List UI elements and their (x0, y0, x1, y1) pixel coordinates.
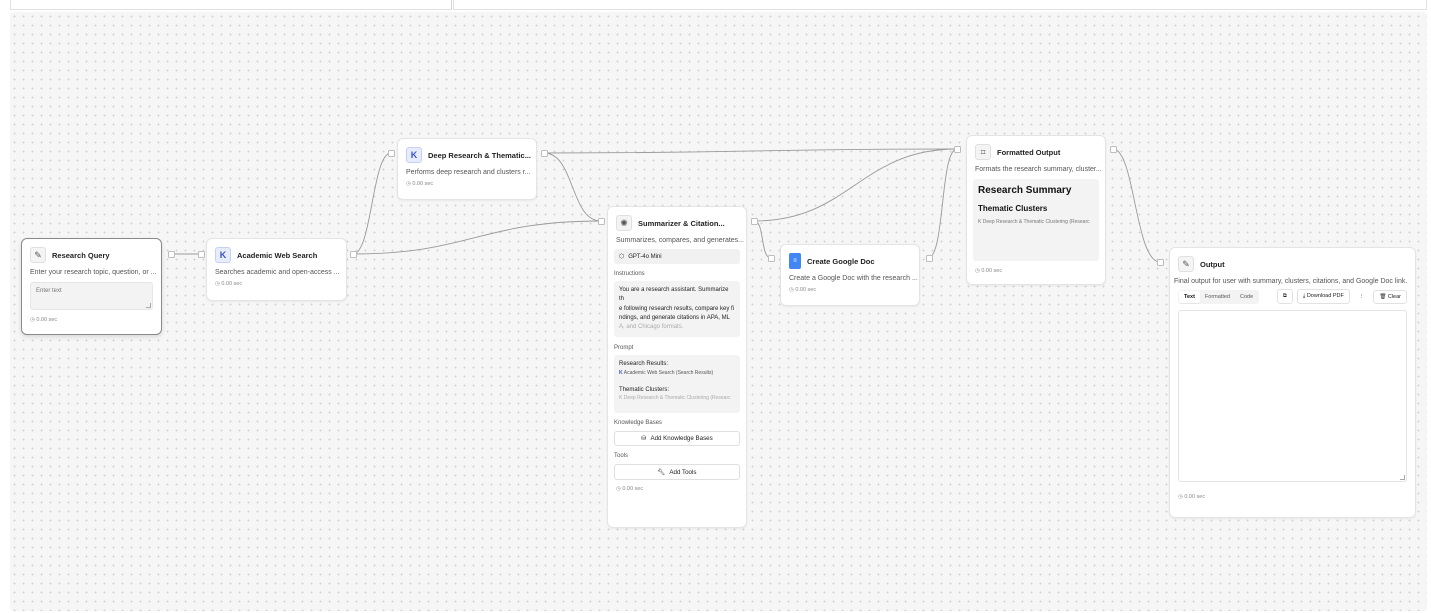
execution-time: ◷ 0.00 sec (1178, 494, 1206, 500)
input-handle[interactable] (954, 146, 961, 153)
output-handle[interactable] (168, 251, 175, 258)
model-icon: ⬡ (619, 254, 625, 260)
k-logo-icon: K (619, 369, 623, 376)
k-logo-icon: K (406, 147, 422, 163)
preview-heading: Research Summary (978, 185, 1072, 196)
add-knowledge-bases-button[interactable]: ⛁ Add Knowledge Bases (614, 431, 740, 447)
resize-grip-icon[interactable] (146, 303, 151, 308)
execution-time: ◷ 0.00 sec (215, 281, 243, 287)
execution-time: ◷ 0.00 sec (406, 181, 434, 187)
download-icon: ⤓ (1302, 293, 1306, 299)
input-handle[interactable] (768, 255, 775, 262)
k-logo-icon: K (215, 247, 231, 263)
output-tabs: Text Formatted Code (1178, 289, 1260, 304)
execution-time: ◷ 0.00 sec (30, 317, 58, 323)
pencil-icon: ✎ (30, 247, 46, 263)
node-description: Formats the research summary, cluster... (975, 166, 1102, 173)
knowledge-bases-label: Knowledge Bases (614, 420, 663, 427)
trash-icon: 🗑︎ (1379, 293, 1387, 300)
node-description: Final output for user with summary, clus… (1174, 278, 1408, 285)
node-research-query[interactable]: ✎ Research Query Enter your research top… (21, 238, 162, 335)
node-title: Create Google Doc (807, 256, 875, 266)
output-handle[interactable] (751, 218, 758, 225)
node-formatted-output[interactable]: ⌗ Formatted Output Formats the research … (966, 135, 1106, 285)
preview-subheading: Thematic Clusters (978, 204, 1048, 213)
node-title: Deep Research & Thematic... (428, 150, 531, 160)
prompt-text[interactable]: Research Results: K Academic Web Search … (614, 355, 740, 414)
research-query-input[interactable]: Enter text (30, 282, 153, 310)
kebab-menu-icon: ⋮ (1358, 293, 1365, 300)
node-academic-web-search[interactable]: K Academic Web Search Searches academic … (206, 238, 347, 301)
node-description: Create a Google Doc with the research ..… (789, 275, 918, 282)
tab-formatted[interactable]: Formatted (1200, 291, 1235, 303)
node-description: Enter your research topic, question, or … (30, 269, 157, 276)
tab-text[interactable]: Text (1179, 290, 1200, 303)
copy-icon: ⧉ (1282, 293, 1287, 299)
input-handle[interactable] (598, 218, 605, 225)
node-description: Performs deep research and clusters r... (406, 169, 531, 176)
node-summarizer[interactable]: ✺ Summarizer & Citation... Summarizes, c… (607, 206, 747, 528)
node-title: Formatted Output (997, 147, 1061, 157)
node-output[interactable]: ✎ Output Final output for user with summ… (1169, 247, 1416, 518)
node-title: Output (1200, 259, 1225, 269)
output-handle[interactable] (541, 150, 548, 157)
node-create-google-doc[interactable]: ≡ Create Google Doc Create a Google Doc … (780, 244, 920, 306)
formatted-preview: Research Summary Thematic Clusters K Dee… (973, 179, 1099, 261)
model-selector[interactable]: ⬡ GPT-4o Mini (614, 249, 740, 264)
k-logo-icon: K (978, 219, 982, 225)
download-pdf-button[interactable]: ⤓ Download PDF (1296, 289, 1350, 304)
k-logo-icon: K (619, 394, 623, 401)
output-handle[interactable] (1110, 146, 1117, 153)
database-icon: ⛁ (641, 435, 647, 443)
input-handle[interactable] (388, 150, 395, 157)
input-handle[interactable] (1157, 259, 1164, 266)
instructions-label: Instructions (614, 271, 645, 277)
execution-time: ◷ 0.00 sec (616, 486, 644, 493)
node-description: Summarizes, compares, and generates... (616, 237, 745, 244)
formatter-icon: ⌗ (975, 144, 991, 160)
prompt-label: Prompt (614, 345, 634, 352)
output-textarea[interactable] (1178, 310, 1407, 482)
preview-reference: K Deep Research & Thematic Clustering (R… (978, 219, 1090, 225)
clear-button[interactable]: 🗑︎ Clear (1373, 289, 1407, 304)
execution-time: ◷ 0.00 sec (789, 287, 817, 293)
output-handle[interactable] (350, 251, 357, 258)
node-title: Summarizer & Citation... (638, 218, 725, 228)
input-handle[interactable] (198, 251, 205, 258)
wrench-icon: 🔧︎ (657, 469, 666, 477)
google-doc-icon: ≡ (789, 253, 801, 269)
copy-button[interactable]: ⧉ (1276, 289, 1293, 304)
input-placeholder: Enter text (36, 288, 62, 294)
tab-code[interactable]: Code (1235, 291, 1258, 303)
add-tools-button[interactable]: 🔧︎ Add Tools (614, 464, 740, 481)
pencil-icon: ✎ (1178, 256, 1194, 272)
top-panel-right (453, 0, 1427, 10)
tools-label: Tools (614, 453, 629, 460)
execution-time: ◷ 0.00 sec (975, 268, 1003, 274)
node-title: Academic Web Search (237, 250, 318, 260)
node-deep-research[interactable]: K Deep Research & Thematic... Performs d… (397, 138, 537, 200)
output-handle[interactable] (926, 255, 933, 262)
output-toolbar: Text Formatted Code ⧉ ⤓ Download PDF ⋮ 🗑… (1170, 287, 1415, 306)
node-title: Research Query (52, 250, 110, 260)
top-panel-left (10, 0, 452, 10)
model-name: GPT-4o Mini (628, 253, 662, 260)
instructions-text[interactable]: You are a research assistant. Summarize … (614, 281, 740, 338)
more-options-button[interactable]: ⋮ (1353, 290, 1370, 303)
resize-grip-icon[interactable] (1400, 475, 1405, 480)
openai-icon: ✺ (616, 215, 632, 231)
node-description: Searches academic and open-access ... (215, 269, 340, 276)
